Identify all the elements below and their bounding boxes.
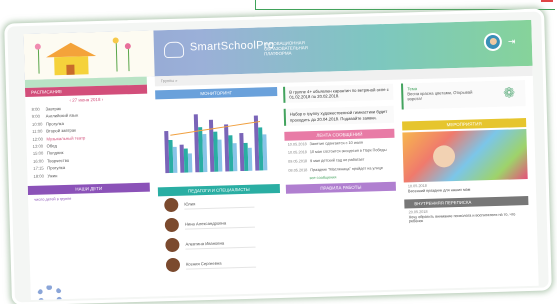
correspondence-item[interactable]: 20.05.2018 Хочу обратить внимание психол… bbox=[404, 205, 528, 226]
schedule-label: Музыкальный театр bbox=[46, 134, 86, 142]
event-photo[interactable] bbox=[402, 129, 528, 183]
teacher-photo bbox=[164, 197, 179, 213]
brand-name[interactable]: SmartSchoolPro bbox=[190, 39, 275, 53]
message-date: 09.05.2018 bbox=[288, 159, 308, 164]
logout-icon[interactable]: ⇥ bbox=[508, 36, 518, 46]
teacher-photo bbox=[164, 217, 180, 233]
flower-icon bbox=[34, 43, 41, 50]
schedule-label: Английский язык bbox=[45, 112, 79, 119]
message-date: 08.05.2018 bbox=[288, 167, 308, 173]
teacher-divider bbox=[186, 266, 257, 270]
message-text: 9 мая детский сад не работает bbox=[310, 157, 365, 164]
our-kids-link[interactable]: число детей в группе bbox=[28, 194, 150, 202]
roof-shape bbox=[45, 42, 97, 58]
tip-text: Весна красна цветами, Открывай ворота! bbox=[407, 89, 473, 102]
news-item-gymnastics[interactable]: Набор в группу художественной гимнастики… bbox=[283, 106, 395, 126]
tip-box: Тема Весна красна цветами, Открывай воро… bbox=[400, 80, 526, 110]
flower-icon bbox=[124, 43, 131, 50]
door-shape bbox=[66, 64, 75, 75]
teacher-photo bbox=[165, 237, 180, 253]
brand-tagline: Инновационная образовательная платформа bbox=[263, 40, 308, 57]
teacher-divider bbox=[184, 226, 255, 230]
teacher-photo bbox=[165, 257, 181, 273]
schedule-label: Прогулка bbox=[47, 165, 66, 171]
teachers-list: Юлия Нина Александровна Алевтина Ивановна К… bbox=[158, 193, 282, 276]
teacher-divider bbox=[185, 246, 256, 250]
flower-stem bbox=[115, 41, 118, 72]
brand-logo-icon bbox=[163, 41, 185, 59]
flower-stem bbox=[127, 47, 130, 72]
teacher-name: Ксения Сергеевна bbox=[185, 260, 222, 267]
teacher-divider bbox=[184, 206, 255, 210]
messages-list: 10.05.2018 Занятие сдвигается с 10 июля 10… bbox=[285, 138, 396, 175]
message-date: 10.05.2018 bbox=[287, 142, 307, 147]
schedule-label: Завтрак bbox=[45, 106, 62, 112]
schedule-time: 18:00 bbox=[33, 173, 44, 179]
teacher-row[interactable]: Ксения Сергеевна bbox=[160, 253, 283, 276]
schedule-label: Полдник bbox=[46, 150, 64, 156]
bracelet-image bbox=[36, 285, 64, 300]
news-item-quarantine[interactable]: В группе 4+ объявлен карантин по ветряно… bbox=[283, 83, 394, 104]
teacher-name: Алевтина Ивановна bbox=[185, 240, 225, 247]
schedule-label: Прогулка bbox=[45, 120, 64, 127]
rules-title[interactable]: Правила работы bbox=[285, 181, 396, 194]
message-text: Занятие сдвигается с 10 июля bbox=[309, 140, 364, 146]
monitoring-chart bbox=[155, 98, 279, 183]
our-kids-title: Наши дети bbox=[27, 182, 150, 195]
teacher-name: Нина Александровна bbox=[184, 220, 227, 227]
screenshot-stage: SmartSchoolPro Инновационная образовател… bbox=[0, 0, 557, 304]
messages-read-all-link[interactable]: все сообщения bbox=[286, 174, 396, 181]
schedule-label: Ужин bbox=[47, 172, 58, 178]
message-date: 10.05.2018 bbox=[287, 150, 307, 156]
schedule-label: Обед bbox=[46, 143, 57, 149]
news-column: В группе 4+ объявлен карантин по ветряно… bbox=[283, 83, 399, 293]
logo-area[interactable] bbox=[23, 30, 155, 81]
tilted-frame: SmartSchoolPro Инновационная образовател… bbox=[4, 8, 552, 304]
message-item[interactable]: 08.05.2018 Праздник "Масленица" пройдет н… bbox=[285, 163, 395, 175]
schedule-label: Творчество bbox=[46, 157, 70, 164]
right-column: Тема Весна красна цветами, Открывай воро… bbox=[400, 80, 531, 289]
app-screen: SmartSchoolPro Инновационная образовател… bbox=[23, 19, 539, 300]
schedule-label: Второй завтрак bbox=[46, 127, 77, 134]
message-text: 10 мая состоится экскурсия в Парк Победы bbox=[309, 148, 387, 155]
flower-icon bbox=[112, 37, 119, 44]
teacher-name: Юлия bbox=[184, 201, 196, 207]
house-illustration bbox=[45, 42, 97, 76]
flower-stem bbox=[37, 47, 40, 74]
chart-trend-line bbox=[170, 120, 261, 136]
user-avatar[interactable] bbox=[483, 32, 503, 52]
chart-line-layer bbox=[170, 120, 261, 136]
red-dash bbox=[541, 0, 553, 2]
message-text: Праздник "Масленица" пройдет на улице bbox=[310, 165, 383, 172]
schedule-list: 8:00 Завтрак 9:00 Английский язык 10:00 Прогу… bbox=[25, 103, 149, 180]
leaf-icon: ❁ bbox=[503, 84, 516, 101]
left-column: Расписание ‹ 27 июня 2018 › 8:00 Завтрак 9… bbox=[24, 76, 153, 300]
middle-column: Мониторинг Педагоги и специалисты Юлия Ни… bbox=[155, 86, 283, 296]
